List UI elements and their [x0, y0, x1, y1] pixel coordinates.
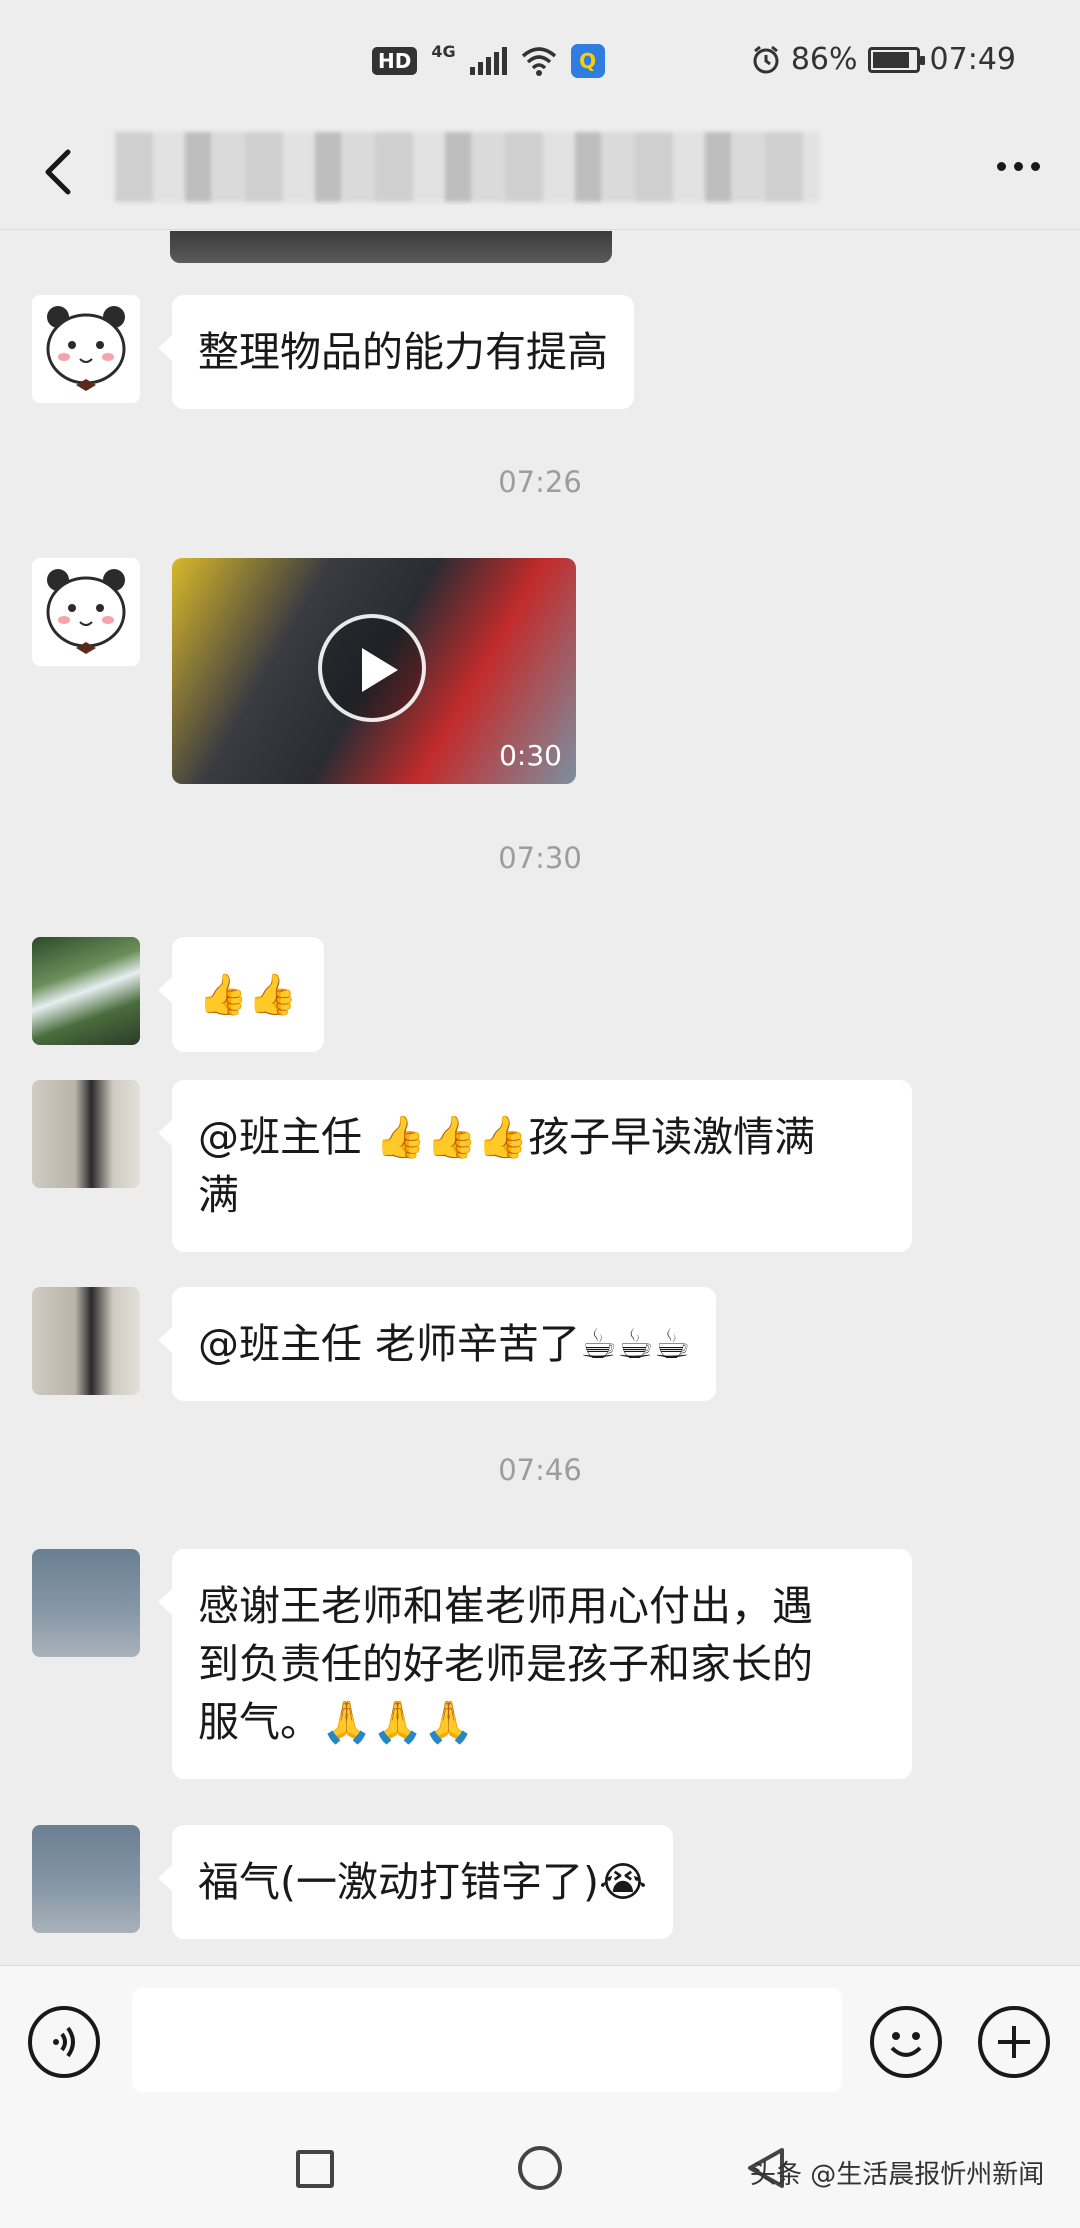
video-duration: 0:30 — [499, 739, 562, 772]
message-row: @班主任 老师辛苦了☕☕☕ — [32, 1287, 717, 1401]
message-text-line: 满 — [198, 1171, 239, 1219]
message-bubble[interactable]: @班主任 老师辛苦了☕☕☕ — [157, 1287, 717, 1401]
message-bubble[interactable]: 感谢王老师和崔老师用心付出，遇 到负责任的好老师是孩子和家长的 服气。🙏🙏🙏 — [158, 1549, 912, 1779]
chat-header — [0, 120, 1080, 230]
plus-icon[interactable] — [978, 2006, 1050, 2078]
network-type: 4G — [431, 41, 456, 61]
message-row: 福气(一激动打错字了)😭 — [32, 1825, 673, 1939]
avatar[interactable] — [32, 1080, 140, 1188]
battery-percent: 86% — [790, 42, 858, 77]
timestamp: 07:46 — [498, 1453, 582, 1487]
thumbs-up-icon: 👍 — [198, 972, 248, 1018]
status-right: 86% 07:49 — [751, 42, 1016, 77]
play-icon[interactable] — [318, 614, 426, 722]
message-bubble[interactable]: @班主任 👍👍👍孩子早读激情满 满 — [158, 1080, 912, 1252]
panda-avatar-icon — [46, 306, 126, 391]
message-bubble[interactable]: 福气(一激动打错字了)😭 — [158, 1825, 673, 1939]
smiley-icon[interactable] — [870, 2006, 942, 2078]
message-bubble[interactable]: 👍👍 — [158, 937, 324, 1052]
alarm-icon — [753, 45, 779, 73]
status-icons: HD 4G Q — [372, 41, 605, 78]
battery-icon — [867, 46, 925, 73]
message-row: 👍👍 — [32, 937, 324, 1052]
app-notification-icon: Q — [570, 44, 605, 78]
message-text-line: 到负责任的好老师是孩子和家长的 — [198, 1640, 813, 1688]
message-row: @班主任 👍👍👍孩子早读激情满 满 — [32, 1080, 912, 1252]
clock: 07:49 — [929, 42, 1016, 77]
message-row: 感谢王老师和崔老师用心付出，遇 到负责任的好老师是孩子和家长的 服气。🙏🙏🙏 — [32, 1549, 912, 1779]
chat-title-blurred — [115, 132, 820, 202]
home-icon[interactable] — [518, 2146, 562, 2190]
avatar[interactable] — [32, 558, 140, 666]
input-bar — [0, 1965, 1080, 2110]
hd-badge: HD — [372, 47, 418, 75]
video-message[interactable]: 0:30 — [172, 558, 576, 784]
message-text-line: 感谢王老师和崔老师用心付出，遇 — [198, 1582, 813, 1630]
more-dots-icon[interactable] — [997, 162, 1040, 171]
chat-message-list[interactable]: 整理物品的能力有提高 07:26 0:30 07:30 👍👍 @班主任 👍👍👍孩… — [0, 231, 1080, 1965]
timestamp: 07:26 — [498, 465, 582, 499]
panda-avatar-icon — [46, 569, 126, 654]
system-nav-bar: 头条 @生活晨报忻州新闻 — [0, 2110, 1080, 2228]
message-row: 0:30 — [32, 558, 576, 784]
signal-icon — [469, 47, 507, 75]
partial-image-message[interactable] — [170, 231, 612, 263]
status-bar: HD 4G Q 86% 07:49 — [0, 0, 1080, 120]
message-row: 整理物品的能力有提高 — [32, 295, 634, 409]
message-bubble[interactable]: 整理物品的能力有提高 — [158, 295, 634, 409]
watermark: 头条 @生活晨报忻州新闻 — [750, 2160, 1045, 2190]
avatar[interactable] — [32, 295, 140, 403]
chevron-left-icon[interactable] — [30, 142, 90, 202]
avatar[interactable] — [32, 937, 140, 1045]
avatar[interactable] — [32, 1287, 140, 1395]
voice-icon[interactable] — [28, 2006, 100, 2078]
message-input[interactable] — [132, 1988, 842, 2092]
message-text-line: @班主任 👍👍👍孩子早读激情满 — [198, 1113, 816, 1161]
message-text-line: 服气。🙏🙏🙏 — [198, 1698, 475, 1746]
thumbs-up-icon: 👍 — [247, 972, 298, 1018]
timestamp: 07:30 — [498, 841, 582, 875]
wifi-icon — [521, 47, 556, 76]
avatar[interactable] — [32, 1825, 140, 1933]
recents-icon[interactable] — [296, 2150, 334, 2188]
avatar[interactable] — [32, 1549, 140, 1657]
